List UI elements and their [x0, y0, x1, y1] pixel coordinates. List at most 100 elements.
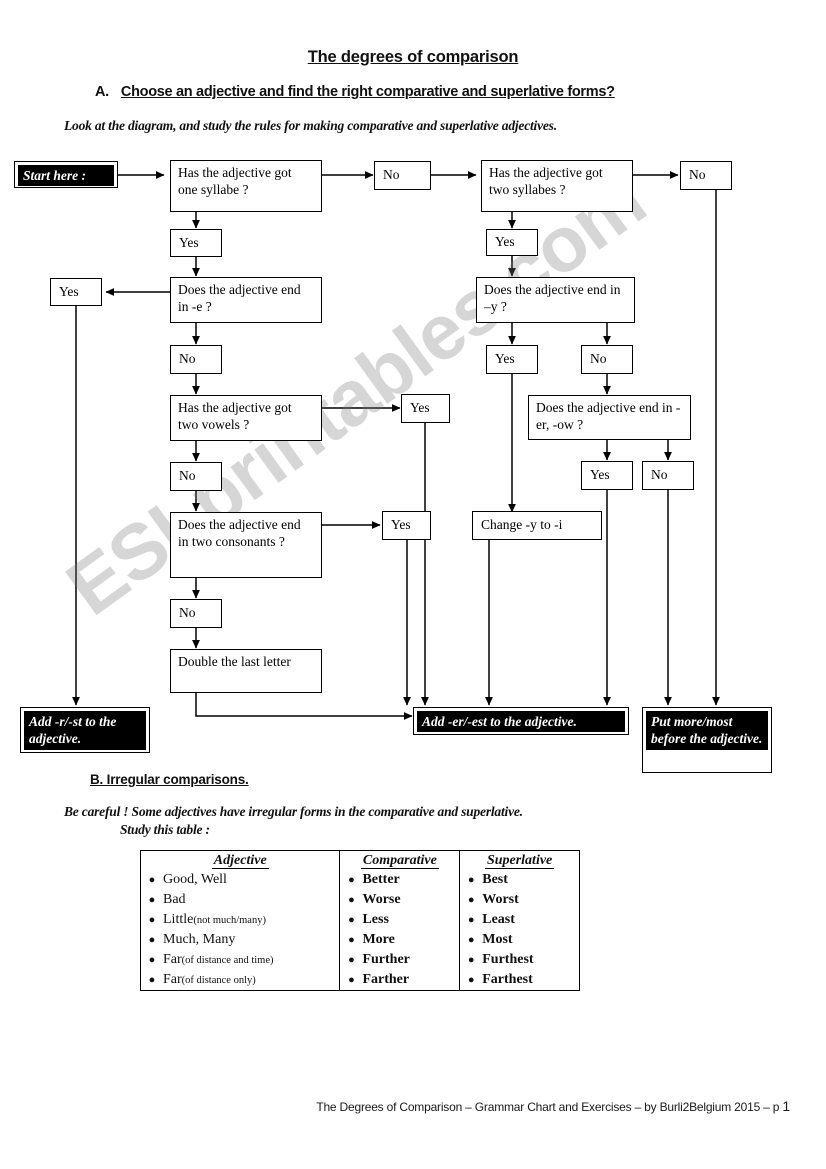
flow-yes-two-syllables-label: Yes [495, 234, 515, 250]
bullet-icon: ● [148, 914, 156, 926]
flow-no-end-in-e-label: No [179, 351, 196, 367]
table-row: ● Far (of distance only) ● Farther ● Farthest [140, 970, 580, 991]
flow-q-two-syllables-label: Has the adjective got two syllabes ? [489, 165, 603, 197]
flow-result-more-most-label: Put more/most before the adjective. [646, 711, 768, 750]
flow-yes-one-syllable[interactable]: Yes [170, 229, 222, 257]
flow-result-add-r-st[interactable]: Add -r/-st to the adjective. [20, 707, 150, 753]
bullet-icon: ● [467, 974, 475, 986]
cell-comparative: ● Farther [339, 970, 461, 991]
cell-superlative: ● Best [460, 870, 580, 890]
cell-superlative: ● Worst [460, 890, 580, 910]
bullet-icon: ● [148, 934, 156, 946]
irregular-comparisons-table: Adjective Comparative Superlative ● Good,… [140, 850, 580, 991]
cell-adjective: ● Bad [140, 890, 341, 910]
table-row: ● Good, Well ● Better ● Best [140, 870, 580, 890]
column-header-comparative: Comparative [339, 850, 461, 870]
bullet-icon: ● [467, 894, 475, 906]
flow-double-last-letter[interactable]: Double the last letter [170, 649, 322, 693]
page: ESLprintables.com The degrees of compari… [0, 0, 826, 1169]
flow-q-two-vowels-label: Has the adjective got two vowels ? [178, 400, 292, 432]
column-header-superlative: Superlative [484, 853, 555, 869]
flow-no-two-consonants-label: No [179, 605, 196, 621]
cell-comparative: ● Better [339, 870, 461, 890]
flow-no-two-vowels-label: No [179, 468, 196, 484]
flow-result-add-er-est-label: Add -er/-est to the adjective. [417, 711, 625, 733]
bullet-icon: ● [148, 894, 156, 906]
flow-result-more-most[interactable]: Put more/most before the adjective. [642, 707, 772, 773]
cell-comparative-value: Less [362, 912, 389, 927]
flow-no-one-syllable[interactable]: No [374, 161, 431, 190]
flow-result-add-er-est[interactable]: Add -er/-est to the adjective. [413, 707, 629, 735]
flow-yes-end-in-e[interactable]: Yes [50, 278, 102, 306]
cell-comparative-value: Further [362, 952, 410, 967]
flow-no-end-in-er-ow[interactable]: No [642, 461, 694, 490]
flow-yes-two-vowels-label: Yes [410, 400, 430, 416]
flow-no-one-syllable-label: No [383, 167, 400, 183]
cell-comparative: ● Worse [339, 890, 461, 910]
flow-result-add-r-st-label: Add -r/-st to the adjective. [24, 711, 146, 750]
cell-adjective-note: (of distance only) [181, 975, 256, 986]
cell-comparative: ● Less [339, 910, 461, 930]
flow-yes-end-in-er-ow-label: Yes [590, 467, 610, 483]
column-header-adjective: Adjective [140, 850, 341, 870]
cell-adjective: ● Good, Well [140, 870, 341, 890]
cell-adjective: ● Far (of distance only) [140, 970, 341, 991]
bullet-icon: ● [467, 874, 475, 886]
cell-comparative-value: Worse [362, 892, 401, 907]
cell-superlative-value: Worst [482, 892, 519, 907]
flow-no-two-syllables[interactable]: No [680, 161, 732, 190]
flow-start-box[interactable]: Start here : [14, 161, 118, 188]
bullet-icon: ● [148, 974, 156, 986]
flow-q-end-in-e[interactable]: Does the adjective end in -e ? [170, 277, 322, 323]
flow-yes-end-in-e-label: Yes [59, 283, 79, 299]
flow-yes-two-consonants-label: Yes [391, 517, 411, 533]
flow-q-end-in-er-ow[interactable]: Does the adjective end in -er, -ow ? [528, 395, 691, 440]
flow-q-two-vowels[interactable]: Has the adjective got two vowels ? [170, 395, 322, 441]
flow-change-y-to-i[interactable]: Change -y to -i [472, 511, 602, 540]
flow-no-end-in-y[interactable]: No [581, 345, 633, 374]
flow-yes-end-in-er-ow[interactable]: Yes [581, 461, 633, 490]
table-row: ● Little (not much/many) ● Less ● Least [140, 910, 580, 930]
flow-no-two-syllables-label: No [689, 167, 706, 183]
flow-double-last-letter-label: Double the last letter [178, 654, 291, 669]
flow-yes-two-syllables[interactable]: Yes [486, 229, 538, 256]
cell-adjective-note: (of distance and time) [181, 955, 274, 966]
flow-q-end-in-y-label: Does the adjective end in –y ? [484, 282, 621, 314]
bullet-icon: ● [348, 894, 355, 906]
table-row: ● Bad ● Worse ● Worst [140, 890, 580, 910]
cell-adjective-value: Much, Many [163, 932, 236, 947]
flow-q-end-in-er-ow-label: Does the adjective end in -er, -ow ? [536, 400, 681, 432]
flow-no-two-vowels[interactable]: No [170, 462, 222, 491]
flow-no-end-in-y-label: No [590, 351, 607, 367]
bullet-icon: ● [348, 954, 355, 966]
cell-comparative-value: Farther [362, 972, 410, 987]
cell-superlative: ● Furthest [460, 950, 580, 970]
cell-comparative-value: More [362, 932, 395, 947]
flow-yes-end-in-y-label: Yes [495, 351, 515, 367]
cell-superlative-value: Farthest [482, 972, 533, 987]
flow-q-two-consonants[interactable]: Does the adjective end in two consonants… [170, 512, 322, 578]
flow-yes-two-consonants[interactable]: Yes [382, 511, 431, 540]
bullet-icon: ● [348, 914, 355, 926]
cell-comparative: ● More [339, 930, 461, 950]
flow-q-end-in-y[interactable]: Does the adjective end in –y ? [476, 277, 635, 323]
cell-comparative-value: Better [362, 872, 400, 887]
flow-q-two-syllables[interactable]: Has the adjective got two syllabes ? [481, 160, 633, 212]
flow-no-end-in-e[interactable]: No [170, 345, 222, 374]
cell-adjective: ● Far (of distance and time) [140, 950, 341, 970]
cell-superlative-value: Best [482, 872, 508, 887]
bullet-icon: ● [148, 874, 156, 886]
flow-change-y-to-i-label: Change -y to -i [481, 517, 563, 533]
flow-q-end-in-e-label: Does the adjective end in -e ? [178, 282, 301, 314]
cell-adjective-value: Bad [163, 892, 186, 907]
flow-q-one-syllable[interactable]: Has the adjective got one syllabe ? [170, 160, 322, 212]
flow-no-end-in-er-ow-label: No [651, 467, 668, 483]
flow-yes-two-vowels[interactable]: Yes [401, 394, 450, 423]
table-header-row: Adjective Comparative Superlative [140, 850, 580, 870]
flow-yes-end-in-y[interactable]: Yes [486, 345, 538, 374]
flow-no-two-consonants[interactable]: No [170, 599, 222, 628]
cell-superlative: ● Most [460, 930, 580, 950]
cell-adjective: ● Much, Many [140, 930, 341, 950]
bullet-icon: ● [467, 954, 475, 966]
cell-superlative-value: Least [482, 912, 515, 927]
